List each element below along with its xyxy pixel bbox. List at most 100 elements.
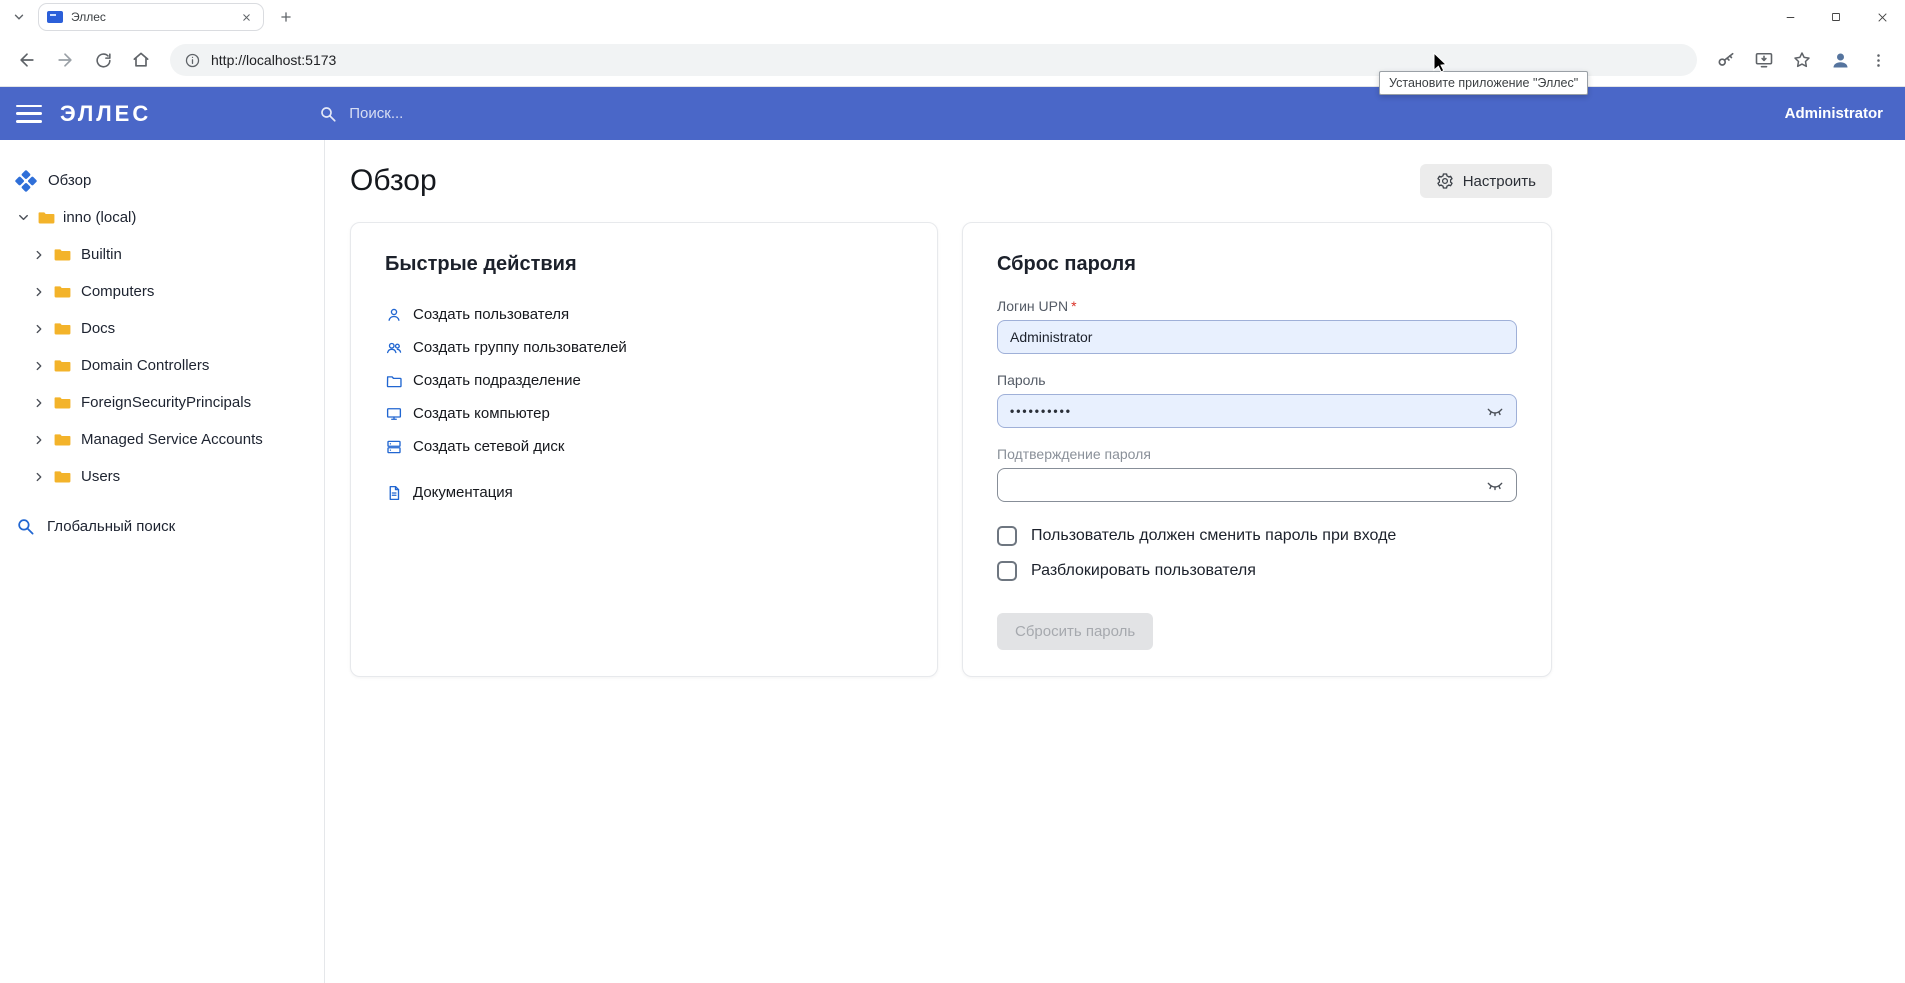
- tab-close-button[interactable]: [237, 8, 255, 26]
- new-tab-button[interactable]: [272, 3, 300, 31]
- window-maximize-button[interactable]: [1813, 0, 1859, 34]
- eye-off-icon: [1485, 475, 1505, 495]
- quick-action-create-user-group[interactable]: Создать группу пользователей: [385, 331, 903, 364]
- tree-node-computers[interactable]: Computers: [0, 273, 324, 310]
- close-icon: [1876, 11, 1889, 24]
- quick-action-create-user[interactable]: Создать пользователя: [385, 298, 903, 331]
- header-search-input[interactable]: Поиск...: [319, 105, 403, 123]
- tree-node-domain-controllers[interactable]: Domain Controllers: [0, 347, 324, 384]
- password-manager-button[interactable]: [1709, 43, 1743, 77]
- sidebar-item-overview[interactable]: Обзор: [0, 162, 324, 199]
- quick-action-documentation[interactable]: Документация: [385, 476, 903, 509]
- sidebar-item-global-search[interactable]: Глобальный поиск: [0, 508, 324, 545]
- refresh-button[interactable]: [86, 43, 120, 77]
- reset-password-button[interactable]: Сбросить пароль: [997, 613, 1153, 650]
- chevron-right-icon[interactable]: [30, 357, 48, 375]
- network-disk-icon: [385, 438, 403, 456]
- password-input[interactable]: ••••••••••: [997, 394, 1517, 428]
- folder-icon: [53, 319, 72, 338]
- login-upn-input[interactable]: Administrator: [997, 320, 1517, 354]
- computer-icon: [385, 405, 403, 423]
- tree-node-label: ForeignSecurityPrincipals: [81, 394, 251, 411]
- browser-tab[interactable]: Эллес: [38, 3, 264, 31]
- page-title: Обзор: [350, 164, 437, 198]
- folder-icon: [53, 356, 72, 375]
- folder-icon: [53, 282, 72, 301]
- toggle-confirm-visibility-button[interactable]: [1482, 472, 1508, 498]
- back-button[interactable]: [10, 43, 44, 77]
- tree-node-builtin[interactable]: Builtin: [0, 236, 324, 273]
- folder-icon: [53, 393, 72, 412]
- browser-menu-button[interactable]: [1861, 43, 1895, 77]
- tree-node-foreign-security-principals[interactable]: ForeignSecurityPrincipals: [0, 384, 324, 421]
- folder-icon: [53, 430, 72, 449]
- folder-outline-icon: [385, 372, 403, 390]
- toggle-password-visibility-button[interactable]: [1482, 398, 1508, 424]
- must-change-password-checkbox[interactable]: [997, 526, 1017, 546]
- search-icon: [319, 105, 337, 123]
- user-icon: [385, 306, 403, 324]
- chevron-right-icon[interactable]: [30, 320, 48, 338]
- chevron-right-icon[interactable]: [30, 283, 48, 301]
- quick-action-create-ou[interactable]: Создать подразделение: [385, 364, 903, 397]
- tree-node-managed-service-accounts[interactable]: Managed Service Accounts: [0, 421, 324, 458]
- bookmark-button[interactable]: [1785, 43, 1819, 77]
- tree-node-docs[interactable]: Docs: [0, 310, 324, 347]
- install-app-button[interactable]: [1747, 43, 1781, 77]
- window-close-button[interactable]: [1859, 0, 1905, 34]
- confirm-password-input[interactable]: [997, 468, 1517, 502]
- profile-button[interactable]: [1823, 43, 1857, 77]
- quick-action-label: Создать подразделение: [413, 372, 581, 389]
- chevron-right-icon[interactable]: [30, 431, 48, 449]
- quick-action-label: Создать группу пользователей: [413, 339, 627, 356]
- quick-action-label: Документация: [413, 484, 513, 501]
- login-upn-label: Логин UPN*: [997, 298, 1517, 314]
- document-icon: [385, 484, 403, 502]
- confirm-password-label: Подтверждение пароля: [997, 446, 1517, 462]
- overview-icon: [16, 171, 36, 191]
- forward-button[interactable]: [48, 43, 82, 77]
- unlock-user-checkbox[interactable]: [997, 561, 1017, 581]
- app-logo: ЭЛЛЕС: [60, 101, 151, 127]
- must-change-password-option: Пользователь должен сменить пароль при в…: [997, 526, 1517, 546]
- quick-action-create-network-disk[interactable]: Создать сетевой диск: [385, 430, 903, 463]
- tree-node-label: Computers: [81, 283, 154, 300]
- mouse-cursor: [1433, 52, 1448, 73]
- checkbox-label: Пользователь должен сменить пароль при в…: [1031, 527, 1396, 545]
- window-minimize-button[interactable]: [1767, 0, 1813, 34]
- tab-title: Эллес: [71, 10, 229, 24]
- quick-action-label: Создать сетевой диск: [413, 438, 564, 455]
- configure-button-label: Настроить: [1463, 173, 1536, 190]
- tree-node-root[interactable]: inno (local): [0, 199, 324, 236]
- browser-tab-strip: Эллес: [0, 0, 1905, 34]
- tree-node-users[interactable]: Users: [0, 458, 324, 495]
- chevron-right-icon[interactable]: [30, 246, 48, 264]
- profile-avatar-icon: [1830, 50, 1851, 71]
- site-favicon: [47, 11, 63, 23]
- chevron-right-icon[interactable]: [30, 468, 48, 486]
- gear-icon: [1436, 172, 1454, 190]
- tree-node-label: Docs: [81, 320, 115, 337]
- chevron-down-icon: [12, 10, 26, 24]
- configure-button[interactable]: Настроить: [1420, 164, 1552, 198]
- maximize-icon: [1830, 11, 1842, 23]
- quick-action-create-computer[interactable]: Создать компьютер: [385, 397, 903, 430]
- forward-arrow-icon: [55, 50, 75, 70]
- current-user-label[interactable]: Administrator: [1785, 105, 1889, 122]
- main-area: Обзор Настроить Быстрые действия Создать…: [325, 140, 1905, 983]
- window-controls: [1767, 0, 1905, 34]
- tree-node-label: Managed Service Accounts: [81, 431, 263, 448]
- unlock-user-option: Разблокировать пользователя: [997, 561, 1517, 581]
- folder-icon: [37, 208, 56, 227]
- menu-toggle-button[interactable]: [16, 104, 42, 124]
- quick-actions-card: Быстрые действия Создать пользователя Со…: [350, 222, 938, 677]
- back-arrow-icon: [17, 50, 37, 70]
- close-icon: [241, 12, 252, 23]
- chevron-right-icon[interactable]: [30, 394, 48, 412]
- chevron-down-icon[interactable]: [14, 209, 32, 227]
- star-icon: [1792, 50, 1812, 70]
- info-icon: [184, 52, 201, 69]
- install-app-tooltip: Установите приложение "Эллес": [1379, 71, 1588, 95]
- tab-search-button[interactable]: [6, 4, 32, 30]
- home-button[interactable]: [124, 43, 158, 77]
